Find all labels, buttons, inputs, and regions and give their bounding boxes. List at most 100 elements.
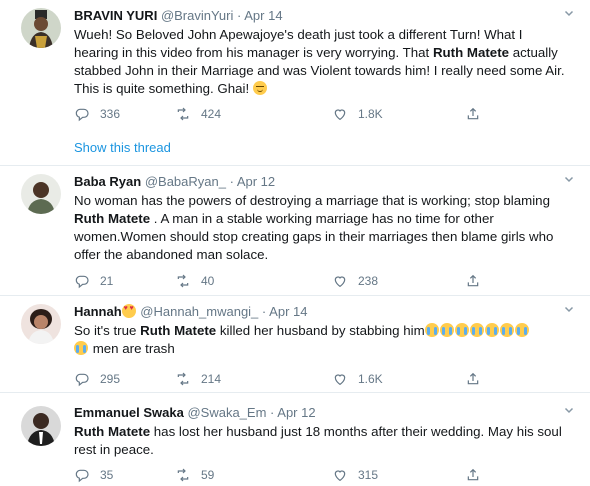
avatar[interactable] bbox=[21, 8, 61, 48]
display-name[interactable]: BRAVIN YURI bbox=[74, 8, 157, 23]
retweet-icon bbox=[175, 273, 191, 289]
retweet-button[interactable]: 59 bbox=[175, 466, 214, 484]
reply-button[interactable]: 21 bbox=[74, 272, 113, 290]
tweet[interactable]: Hannah @Hannah_mwangi_ · Apr 14 So it's … bbox=[0, 296, 590, 393]
tweet-actions: 21 40 238 bbox=[74, 272, 494, 290]
reply-icon bbox=[74, 273, 90, 289]
chevron-down-icon[interactable] bbox=[564, 304, 574, 314]
chevron-down-icon[interactable] bbox=[564, 8, 574, 18]
tweet-actions: 336 424 1.8K bbox=[74, 105, 494, 123]
retweet-icon bbox=[175, 106, 191, 122]
relieved-face-emoji-icon bbox=[252, 81, 267, 95]
tweet-header: Emmanuel Swaka @Swaka_Em · Apr 12 bbox=[74, 404, 574, 422]
reply-button[interactable]: 295 bbox=[74, 370, 120, 388]
tweet-text: So it's true Ruth Matete killed her husb… bbox=[74, 322, 570, 358]
display-name[interactable]: Baba Ryan bbox=[74, 174, 141, 189]
crying-face-emoji-icon bbox=[499, 323, 514, 337]
crying-face-emoji-icon bbox=[439, 323, 454, 337]
display-name[interactable]: Emmanuel Swaka bbox=[74, 405, 184, 420]
like-button[interactable]: 1.8K bbox=[332, 105, 383, 123]
tweet[interactable]: Baba Ryan @BabaRyan_ · Apr 12 No woman h… bbox=[0, 166, 590, 296]
crying-face-emoji-icon bbox=[74, 341, 88, 355]
reply-count: 295 bbox=[100, 372, 121, 386]
tweet-text: No woman has the powers of destroying a … bbox=[74, 193, 554, 262]
show-thread-link[interactable]: Show this thread bbox=[74, 140, 171, 155]
like-button[interactable]: 1.6K bbox=[332, 370, 383, 388]
share-icon bbox=[465, 273, 481, 289]
avatar[interactable] bbox=[21, 174, 61, 214]
heart-eyes-emoji-icon bbox=[121, 304, 136, 318]
tweet-date[interactable]: Apr 12 bbox=[237, 174, 275, 189]
tweet-date[interactable]: Apr 14 bbox=[244, 8, 282, 23]
tweet-date[interactable]: Apr 14 bbox=[269, 304, 307, 319]
user-handle[interactable]: @BabaRyan_ bbox=[145, 174, 226, 189]
separator-dot: · bbox=[261, 304, 267, 319]
reply-button[interactable]: 336 bbox=[74, 105, 120, 123]
reply-icon bbox=[74, 467, 90, 483]
share-button[interactable] bbox=[465, 272, 491, 290]
tweet-header: Hannah @Hannah_mwangi_ · Apr 14 bbox=[74, 303, 574, 321]
retweet-button[interactable]: 40 bbox=[175, 272, 214, 290]
reply-button[interactable]: 35 bbox=[74, 466, 113, 484]
tweet-header: BRAVIN YURI @BravinYuri · Apr 14 bbox=[74, 7, 574, 25]
chevron-down-icon[interactable] bbox=[564, 405, 574, 415]
separator-dot: · bbox=[270, 405, 275, 420]
like-icon bbox=[332, 371, 348, 387]
reply-count: 336 bbox=[100, 107, 121, 121]
retweet-button[interactable]: 214 bbox=[175, 370, 221, 388]
crying-face-emoji-icon bbox=[454, 323, 469, 337]
tweet-actions: 295 214 1.6K bbox=[74, 370, 494, 388]
like-count: 1.8K bbox=[358, 107, 383, 121]
user-handle[interactable]: @BravinYuri bbox=[161, 8, 233, 23]
like-icon bbox=[332, 467, 348, 483]
separator-dot: · bbox=[229, 174, 234, 189]
tweet[interactable]: BRAVIN YURI @BravinYuri · Apr 14 Wueh! S… bbox=[0, 0, 590, 166]
crying-face-emoji-icon bbox=[484, 323, 499, 337]
avatar-image bbox=[21, 406, 61, 446]
retweet-button[interactable]: 424 bbox=[175, 105, 221, 123]
tweet-text: Wueh! So Beloved John Apewajoye's death … bbox=[74, 27, 565, 96]
retweet-count: 40 bbox=[201, 274, 215, 288]
timeline-feed: BRAVIN YURI @BravinYuri · Apr 14 Wueh! S… bbox=[0, 0, 590, 486]
retweet-count: 214 bbox=[201, 372, 222, 386]
tweet-text: Ruth Matete has lost her husband just 18… bbox=[74, 424, 562, 457]
user-handle[interactable]: @Swaka_Em bbox=[187, 405, 266, 420]
like-count: 238 bbox=[358, 274, 379, 288]
retweet-icon bbox=[175, 467, 191, 483]
crying-face-emoji-icon bbox=[514, 323, 529, 337]
retweet-count: 424 bbox=[201, 107, 222, 121]
share-button[interactable] bbox=[465, 466, 491, 484]
reply-count: 21 bbox=[100, 274, 114, 288]
avatar[interactable] bbox=[21, 304, 61, 344]
like-count: 315 bbox=[358, 468, 379, 482]
tweet-date[interactable]: Apr 12 bbox=[277, 405, 315, 420]
tweet[interactable]: Emmanuel Swaka @Swaka_Em · Apr 12 Ruth M… bbox=[0, 393, 590, 486]
avatar[interactable] bbox=[21, 406, 61, 446]
tweet-actions: 35 59 315 bbox=[74, 466, 494, 484]
mention-bold: Ruth Matete bbox=[432, 45, 510, 60]
separator-dot: · bbox=[237, 8, 242, 23]
chevron-down-icon[interactable] bbox=[564, 174, 574, 184]
share-button[interactable] bbox=[465, 105, 491, 123]
mention-bold: Ruth Matete bbox=[74, 211, 151, 226]
like-count: 1.6K bbox=[358, 372, 383, 386]
crying-face-emoji-icon bbox=[469, 323, 484, 337]
user-handle[interactable]: @Hannah_mwangi_ bbox=[140, 304, 258, 319]
reply-icon bbox=[74, 106, 90, 122]
avatar-image bbox=[21, 304, 61, 344]
share-button[interactable] bbox=[465, 370, 491, 388]
mention-bold: Ruth Matete bbox=[74, 424, 151, 439]
like-button[interactable]: 238 bbox=[332, 272, 378, 290]
retweet-icon bbox=[175, 371, 191, 387]
avatar-image bbox=[21, 174, 61, 214]
display-name[interactable]: Hannah bbox=[74, 304, 122, 319]
avatar-image bbox=[21, 8, 61, 48]
retweet-count: 59 bbox=[201, 468, 215, 482]
share-icon bbox=[465, 467, 481, 483]
share-icon bbox=[465, 106, 481, 122]
reply-count: 35 bbox=[100, 468, 114, 482]
like-button[interactable]: 315 bbox=[332, 466, 378, 484]
reply-icon bbox=[74, 371, 90, 387]
like-icon bbox=[332, 273, 348, 289]
crying-face-emoji-icon bbox=[424, 323, 439, 337]
